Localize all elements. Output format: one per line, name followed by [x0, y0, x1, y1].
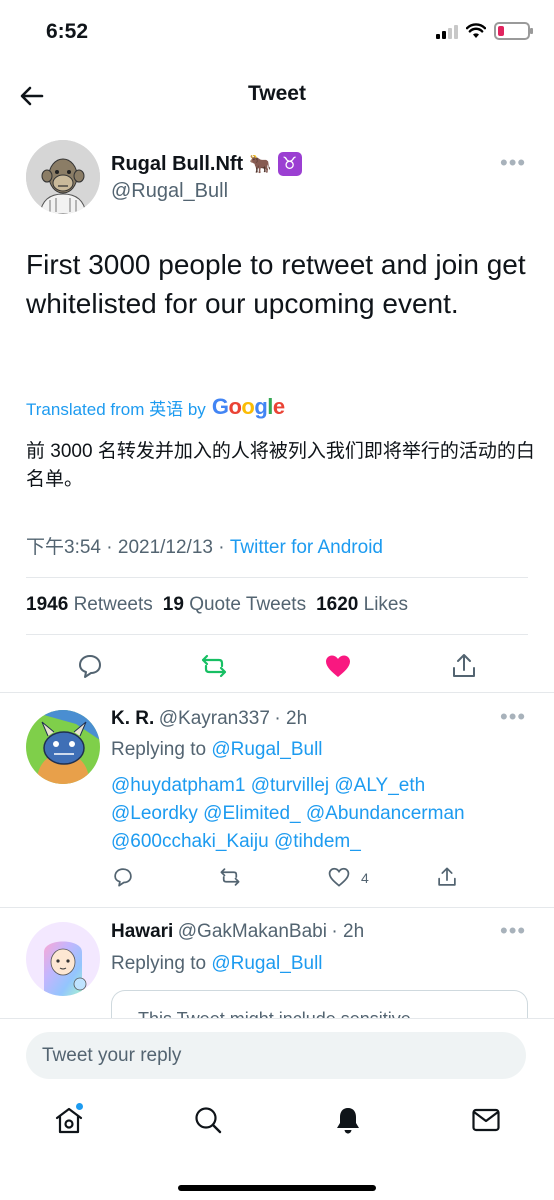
like-icon[interactable] [328, 866, 350, 888]
tweet-date: 2021/12/13 [117, 537, 213, 558]
google-logo: Google [211, 394, 285, 419]
battery-icon [494, 22, 533, 40]
bottom-bar [0, 1018, 554, 1200]
reply-author-name[interactable]: Hawari [111, 921, 173, 942]
status-time: 6:52 [46, 20, 89, 43]
header: Tweet [0, 72, 554, 118]
home-notification-dot [76, 1103, 83, 1110]
tweet-meta: 下午3:54 · 2021/12/13 · Twitter for Androi… [26, 532, 383, 559]
reply-header: Hawari @GakMakanBabi · 2h [111, 921, 364, 943]
messages-icon[interactable] [471, 1105, 501, 1135]
notifications-icon[interactable] [333, 1105, 363, 1135]
reply-input[interactable] [26, 1032, 526, 1079]
author-handle[interactable]: @Rugal_Bull [111, 180, 228, 203]
divider [26, 577, 528, 578]
search-icon[interactable] [193, 1105, 223, 1135]
mentions-line[interactable]: @Leordky @Elimited_ @Abundancerman [111, 800, 531, 828]
tweet-text: First 3000 people to retweet and join ge… [26, 249, 526, 319]
reply-author-name[interactable]: K. R. [111, 708, 154, 729]
reply-header: K. R. @Kayran337 · 2h [111, 708, 307, 730]
tweet-source-link[interactable]: Twitter for Android [230, 537, 383, 558]
replying-to-link[interactable]: @Rugal_Bull [211, 953, 322, 974]
retweet-icon[interactable] [219, 866, 241, 888]
tweet-time: 下午3:54 [26, 537, 101, 558]
replying-to-link[interactable]: @Rugal_Bull [211, 739, 322, 760]
author-avatar[interactable] [26, 140, 100, 214]
reply-mentions[interactable]: @huydatpham1 @turvillej @ALY_eth @Leordk… [111, 772, 531, 856]
meta-separator: · [218, 537, 225, 558]
share-icon[interactable] [450, 652, 478, 680]
share-icon[interactable] [436, 866, 458, 888]
translated-text: 前 3000 名转发并加入的人将被列入我们即将举行的活动的白名单。 [26, 441, 535, 490]
translated-label: Translated from 英语 by [26, 399, 206, 419]
signal-icon [436, 23, 458, 39]
translation-attribution[interactable]: Translated from 英语 by Google [26, 394, 285, 420]
divider [0, 692, 554, 693]
page-title: Tweet [248, 82, 306, 105]
status-icons [436, 22, 533, 40]
meta-separator: · [106, 537, 113, 558]
ox-emoji: 🐂 [249, 153, 272, 174]
reply-more-options-icon[interactable]: ••• [500, 706, 530, 728]
replying-to: Replying to @Rugal_Bull [111, 953, 323, 974]
quote-tweets-stat[interactable]: 19 Quote Tweets [163, 594, 306, 616]
retweet-icon[interactable] [200, 652, 228, 680]
taurus-badge: ♉ [277, 152, 302, 176]
home-indicator [178, 1185, 376, 1191]
replying-to: Replying to @Rugal_Bull [111, 739, 323, 760]
reply-time: · 2h [331, 921, 365, 942]
reply-author-handle[interactable]: @GakMakanBabi [178, 921, 327, 942]
reply-like-count: 4 [361, 870, 369, 886]
divider [0, 907, 554, 908]
reply-time: · 2h [274, 708, 308, 729]
author-name[interactable]: Rugal Bull.Nft 🐂 ♉ [111, 152, 302, 176]
reply-icon[interactable] [112, 866, 134, 888]
reply-more-options-icon[interactable]: ••• [500, 920, 530, 942]
reply-icon[interactable] [76, 652, 104, 680]
more-options-icon[interactable]: ••• [500, 152, 530, 174]
likes-stat[interactable]: 1620 Likes [316, 594, 408, 616]
reply-avatar[interactable] [26, 710, 100, 784]
mentions-line[interactable]: @huydatpham1 @turvillej @ALY_eth [111, 772, 531, 800]
reply-avatar[interactable] [26, 922, 100, 996]
retweets-stat[interactable]: 1946 Retweets [26, 594, 153, 616]
author-display-name: Rugal Bull.Nft [111, 152, 244, 175]
divider [26, 634, 528, 635]
wifi-icon [466, 23, 486, 38]
like-icon[interactable] [324, 652, 352, 680]
reply-author-handle[interactable]: @Kayran337 [159, 708, 270, 729]
tweet-stats: 1946 Retweets 19 Quote Tweets 1620 Likes [26, 594, 408, 616]
mentions-line[interactable]: @600cchaki_Kaiju @tihdem_ [111, 828, 531, 856]
